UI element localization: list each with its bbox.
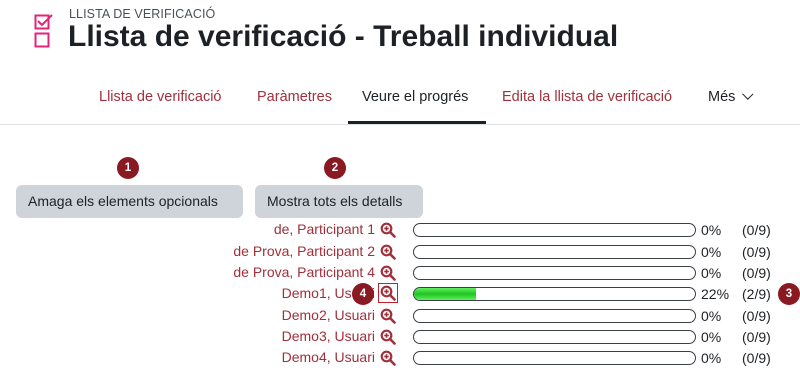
tab-edit-checklist[interactable]: Edita la llista de verificació [502,74,672,124]
table-row: de Prova, Participant 2 0% (0/9) [0,242,800,263]
show-all-details-button[interactable]: Mostra tots els detalls [255,185,423,218]
participant-name-link[interactable]: de Prova, Participant 4 [233,264,375,280]
zoom-in-icon[interactable] [380,350,396,366]
tab-view-progress[interactable]: Veure el progrés [348,74,486,124]
progress-percent: 0% [701,222,722,238]
progress-percent: 0% [701,329,722,345]
progress-fill [414,288,476,300]
tab-label: Més [708,89,736,105]
tab-settings[interactable]: Paràmetres [257,74,332,124]
step-marker-3: 3 [778,283,800,305]
zoom-in-icon[interactable] [380,244,396,260]
progress-bar [413,287,696,301]
step-marker-1: 1 [117,157,139,179]
progress-count: (0/9) [742,308,771,324]
progress-count: (0/9) [742,329,771,345]
page-title: Llista de verificació - Treball individu… [68,20,619,53]
progress-bar [413,266,696,280]
header-divider [0,124,800,125]
step-marker-2: 2 [324,157,346,179]
chevron-down-icon [742,88,754,100]
progress-bar [413,309,696,323]
progress-count: (0/9) [742,244,771,260]
progress-bar [413,245,696,259]
progress-percent: 0% [701,308,722,324]
zoom-in-icon[interactable] [380,222,396,238]
tab-label: Edita la llista de verificació [502,89,673,105]
progress-bar [413,351,696,365]
secondary-navigation: Llista de verificació Paràmetres Veure e… [0,74,800,124]
table-row: Demo3, Usuari 0% (0/9) [0,327,800,348]
progress-percent: 0% [701,350,722,366]
participant-name-link[interactable]: Demo2, Usuari [282,307,375,323]
hide-optional-items-button[interactable]: Amaga els elements opcionals [16,185,243,218]
participant-name-link[interactable]: Demo3, Usuari [282,328,375,344]
table-row: de Prova, Participant 4 0% (0/9) [0,263,800,284]
progress-percent: 22% [701,286,730,302]
table-row: de, Participant 1 0% (0/9) [0,220,800,241]
progress-count: (0/9) [742,350,771,366]
tab-label: Veure el progrés [362,89,469,105]
table-row: Demo2, Usuari 0% (0/9) [0,306,800,327]
progress-percent: 0% [701,265,722,281]
table-row: Demo4, Usuari 0% (0/9) [0,348,800,369]
zoom-in-icon[interactable] [380,329,396,345]
table-row: Demo1, Usuari 22% (2/9) [0,283,800,305]
zoom-in-icon[interactable] [378,283,398,303]
tab-more-menu[interactable]: Més [708,74,754,124]
zoom-in-icon[interactable] [380,308,396,324]
progress-bar [413,223,696,237]
tab-label: Llista de verificació [99,89,222,105]
participant-name-link[interactable]: Demo4, Usuari [282,349,375,365]
progress-count: (2/9) [742,286,771,302]
tab-checklist[interactable]: Llista de verificació [99,74,222,124]
page-header: LLISTA DE VERIFICACIÓ Llista de verifica… [0,0,800,124]
progress-count: (0/9) [742,222,771,238]
tab-label: Paràmetres [257,89,332,105]
checklist-icon [34,14,53,48]
participant-name-link[interactable]: de, Participant 1 [274,221,375,237]
module-type-label: LLISTA DE VERIFICACIÓ [69,7,216,21]
participant-name-link[interactable]: de Prova, Participant 2 [233,243,375,259]
progress-count: (0/9) [742,265,771,281]
progress-percent: 0% [701,244,722,260]
zoom-in-icon[interactable] [380,265,396,281]
progress-bar [413,330,696,344]
step-marker-4: 4 [352,283,374,305]
